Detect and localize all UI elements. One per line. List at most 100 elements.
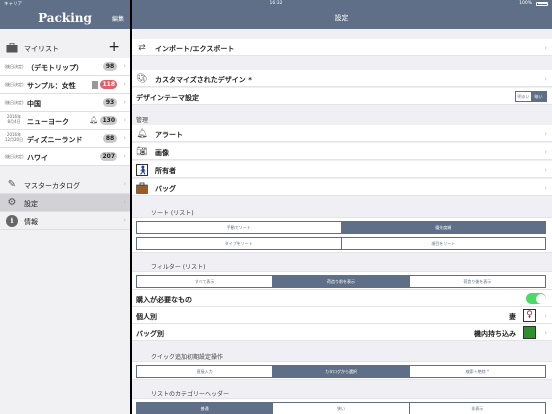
chevron-right-icon: › (544, 183, 547, 192)
list-date: (後日決定) (4, 82, 24, 87)
list-name: サンプル：女性 (27, 82, 76, 90)
pen-icon: ✎ (7, 179, 17, 190)
filter-before-option[interactable]: 荷造り前を表示 (272, 276, 409, 287)
images-label: 画像 (155, 148, 169, 157)
item-count-badge: 93 (103, 98, 117, 107)
category-hidden-option[interactable]: 非表示 (408, 403, 545, 414)
sort-manual-option[interactable]: 手動でソート (137, 222, 341, 233)
add-list-button[interactable]: + (108, 39, 120, 55)
list-item[interactable]: (後日決定) ハワイ 207 › (0, 148, 130, 166)
sidebar-item-label: 設定 (24, 200, 38, 208)
status-bar: キャリア 16:32 100% (0, 0, 552, 7)
filter-header: フィルター (リスト) (151, 264, 206, 271)
theme-dark-option[interactable]: 暗い (531, 92, 546, 101)
chevron-right-icon: › (544, 74, 547, 83)
per-bag-value: 機内持ち込み (474, 329, 516, 338)
sort-segmented-control[interactable]: 手動でソート 優先度順 (136, 221, 546, 234)
filter-segmented-control[interactable]: すべて表示 荷造り前を表示 荷造り後を表示 (136, 275, 546, 288)
mylist-label: マイリスト (24, 45, 59, 53)
swap-arrows-icon: ⇄ (138, 43, 146, 53)
settings-header: 設定 (131, 7, 552, 29)
person-icon: 🚶︎ (136, 164, 149, 176)
quick-add-segmented-control[interactable]: 直接入力 カタログから選択 検索＋絶除 * (136, 365, 546, 378)
sidebar-item-master-catalog[interactable]: ✎ マスターカタログ › (0, 176, 130, 194)
sidebar-item-info[interactable]: i 情報 › (0, 212, 130, 230)
list-item[interactable]: 2016年 8月4日 ニューヨーク 🔔︎ 130 › (0, 112, 130, 130)
list-date: (後日決定) (4, 154, 24, 159)
category-normal-option[interactable]: 普通 (137, 403, 273, 414)
chevron-right-icon: › (544, 147, 547, 156)
category-narrow-option[interactable]: 狭い (272, 403, 408, 414)
per-person-value: 妻 (509, 312, 516, 321)
bags-row[interactable]: バッグ › (131, 179, 552, 196)
design-theme-label: デザインテーマ設定 (136, 93, 199, 102)
list-item[interactable]: (後日決定) 中国 93 › (0, 94, 130, 112)
theme-light-option[interactable]: 明るい (516, 92, 531, 101)
chevron-right-icon: › (123, 98, 126, 106)
quick-add-direct-option[interactable]: 直接入力 (137, 366, 272, 377)
item-count-badge: 118 (100, 80, 117, 89)
sidebar: Packing 編集 マイリスト + (後日決定) （デモトリップ） 98 › … (0, 0, 130, 414)
customized-design-row[interactable]: 🎨︎ カスタマイズされたデザイン * › (131, 70, 552, 87)
sidebar-header: Packing 編集 (0, 7, 130, 29)
battery-percent: 100% (519, 1, 532, 6)
sort-by-item-option[interactable]: 項目をソート (340, 238, 546, 249)
quick-add-block: 直接入力 カタログから選択 検索＋絶除 * (131, 361, 552, 380)
edit-button[interactable]: 編集 (112, 14, 124, 23)
import-export-row[interactable]: ⇄ インポート/エクスポート › (131, 39, 552, 56)
gear-icon: ⚙ (7, 197, 17, 208)
list-item[interactable]: (後日決定) サンプル：女性 118 › (0, 76, 130, 94)
need-purchase-switch[interactable] (526, 293, 546, 304)
owners-row[interactable]: 🚶︎ 所有者 › (131, 161, 552, 178)
sidebar-item-label: 情報 (24, 218, 38, 226)
list-date: (後日決定) (4, 64, 24, 69)
list-date: 2016年 12月20日 (4, 132, 24, 142)
list-name: 中国 (27, 100, 41, 108)
camera-icon: 📷︎ (136, 147, 148, 157)
category-header-segmented-control[interactable]: 普通 狭い 非表示 (136, 402, 546, 414)
quick-add-catalog-option[interactable]: カタログから選択 (272, 366, 409, 377)
theme-toggle[interactable]: 明るい 暗い (515, 91, 547, 102)
filter-all-option[interactable]: すべて表示 (137, 276, 272, 287)
chevron-right-icon: › (544, 43, 547, 52)
need-purchase-row: 購入が必要なもの (131, 290, 552, 307)
quick-add-header: クイック追加初期設定操作 (151, 354, 224, 361)
mylist-header: マイリスト + (0, 39, 130, 55)
owners-label: 所有者 (155, 166, 176, 175)
list-item[interactable]: (後日決定) （デモトリップ） 98 › (0, 58, 130, 76)
alerts-row[interactable]: 🔔︎ アラート › (131, 125, 552, 142)
sort-by-type-option[interactable]: タイプをソート (137, 238, 341, 249)
category-block: 普通 狭い 非表示 (131, 398, 552, 414)
chevron-right-icon: › (123, 62, 126, 70)
list-name: （デモトリップ） (27, 64, 83, 72)
chevron-right-icon: › (123, 198, 126, 206)
item-count-badge: 88 (103, 134, 117, 143)
split-divider (130, 0, 132, 414)
images-row[interactable]: 📷︎ 画像 › (131, 143, 552, 160)
chevron-right-icon: › (123, 216, 126, 224)
sort-block: 手動でソート 優先度順 タイプをソート 項目をソート (131, 217, 552, 253)
bag-icon (136, 182, 148, 194)
filter-block: すべて表示 荷造り前を表示 荷造り後を表示 (131, 271, 552, 290)
chevron-right-icon: › (544, 311, 547, 320)
sidebar-item-settings[interactable]: ⚙ 設定 › (0, 194, 130, 212)
list-date: 2016年 8月4日 (6, 114, 22, 124)
list-item[interactable]: 2016年 12月20日 ディズニーランド 88 › (0, 130, 130, 148)
clock: 16:32 (269, 1, 283, 6)
sort-header: ソート (リスト) (151, 210, 194, 217)
filter-after-option[interactable]: 荷造り後を表示 (408, 276, 545, 287)
sort-type-segmented-control[interactable]: タイプをソート 項目をソート (136, 237, 546, 250)
quick-add-search-option[interactable]: 検索＋絶除 * (408, 366, 545, 377)
per-bag-row[interactable]: バッグ別 機内持ち込み › (131, 324, 552, 341)
note-icon (92, 81, 98, 89)
sort-priority-option[interactable]: 優先度順 (340, 222, 545, 233)
sidebar-item-label: マスターカタログ (24, 182, 80, 190)
page-title: 設定 (334, 14, 349, 22)
chevron-right-icon: › (544, 165, 547, 174)
per-bag-label: バッグ別 (136, 329, 164, 338)
woman-icon: ♀ (523, 309, 536, 322)
import-export-label: インポート/エクスポート (155, 44, 235, 53)
per-person-row[interactable]: 個人別 妻 ♀ › (131, 307, 552, 324)
suitcase-icon (6, 42, 18, 53)
list-name: ニューヨーク (27, 118, 69, 126)
